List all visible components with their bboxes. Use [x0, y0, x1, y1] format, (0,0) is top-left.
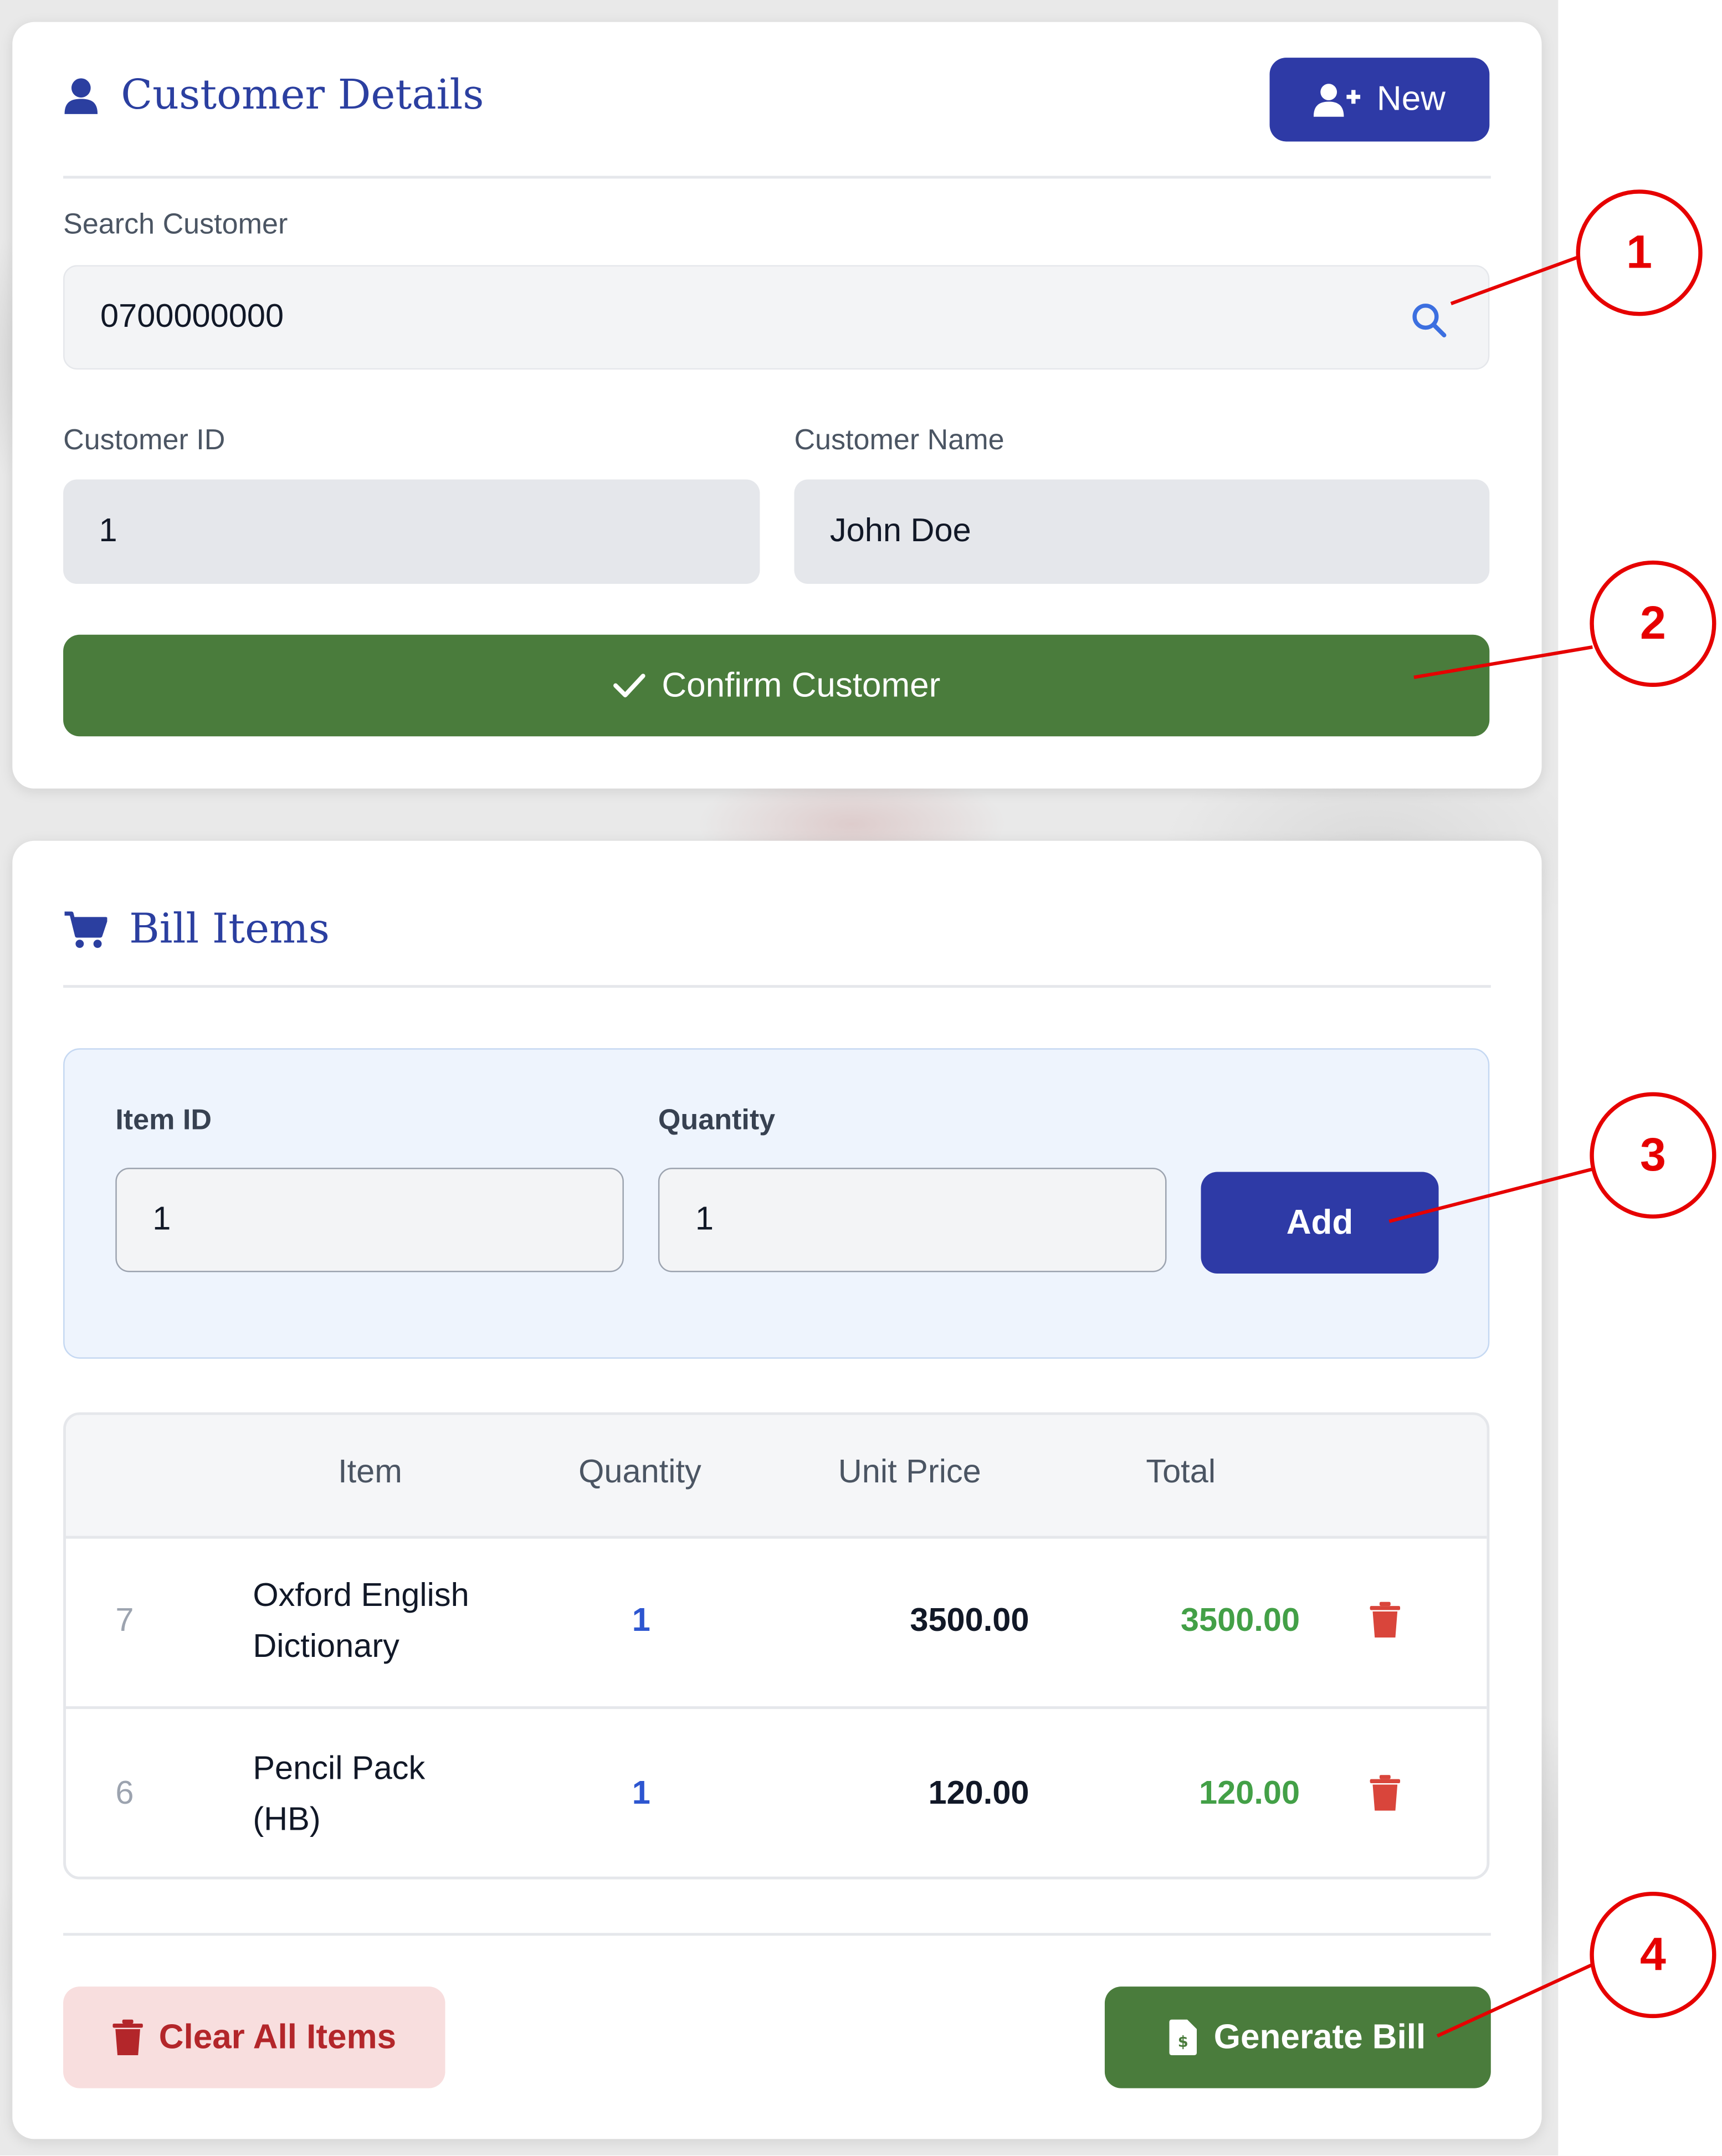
- generate-bill-label: Generate Bill: [1213, 2017, 1426, 2056]
- search-customer-label: Search Customer: [63, 208, 288, 240]
- table-row: 7 Oxford English Dictionary 1 3500.00 35…: [66, 1536, 1487, 1707]
- user-plus-icon: [1313, 83, 1361, 116]
- column-header-quantity: Quantity: [578, 1453, 701, 1491]
- bill-header-divider: [63, 985, 1491, 988]
- item-id-label: Item ID: [115, 1104, 212, 1136]
- search-customer-value: 0700000000: [100, 298, 284, 336]
- user-icon: [64, 78, 98, 114]
- callout-4: 4: [1590, 1891, 1716, 2019]
- search-customer-input[interactable]: 0700000000: [63, 265, 1490, 370]
- row-item-name: Oxford English Dictionary: [253, 1570, 469, 1672]
- customer-id-value: 1: [99, 512, 117, 550]
- row-total: 3500.00: [1180, 1601, 1300, 1639]
- cart-icon: [64, 911, 107, 947]
- new-button-label: New: [1376, 79, 1446, 119]
- column-header-total: Total: [1146, 1453, 1216, 1491]
- customer-name-value: John Doe: [829, 512, 971, 550]
- trash-icon: [112, 2019, 142, 2056]
- customer-details-card: Customer Details New Search Customer 070…: [12, 22, 1542, 789]
- row-item-name-line2: Dictionary: [253, 1628, 399, 1665]
- row-item-name-line2: (HB): [253, 1801, 321, 1839]
- generate-bill-button[interactable]: $ Generate Bill: [1104, 1986, 1491, 2088]
- row-item-name-line1: Oxford English: [253, 1577, 469, 1614]
- customer-name-field[interactable]: John Doe: [794, 479, 1490, 584]
- row-total: 120.00: [1199, 1775, 1300, 1813]
- row-item-name-line1: Pencil Pack: [253, 1750, 426, 1788]
- confirm-customer-label: Confirm Customer: [662, 665, 941, 704]
- customer-id-field[interactable]: 1: [63, 479, 760, 584]
- search-icon[interactable]: [1411, 302, 1447, 338]
- callout-1: 1: [1576, 189, 1703, 316]
- table-row: 6 Pencil Pack (HB) 1 120.00 120.00: [66, 1706, 1487, 1877]
- trash-icon[interactable]: [1370, 1775, 1401, 1811]
- row-index: 7: [115, 1601, 134, 1639]
- row-quantity: 1: [632, 1775, 650, 1813]
- customer-id-label: Customer ID: [63, 424, 226, 456]
- column-header-unit-price: Unit Price: [838, 1453, 981, 1491]
- clear-all-items-button[interactable]: Clear All Items: [63, 1986, 445, 2088]
- customer-details-header: Customer Details: [63, 71, 484, 120]
- row-unit-price: 3500.00: [910, 1601, 1029, 1639]
- new-customer-button[interactable]: New: [1269, 58, 1490, 142]
- quantity-value: 1: [695, 1200, 714, 1238]
- add-item-button[interactable]: Add: [1201, 1172, 1439, 1274]
- trash-icon[interactable]: [1370, 1601, 1401, 1638]
- row-item-name: Pencil Pack (HB): [253, 1743, 425, 1845]
- bill-items-header: Bill Items: [63, 905, 330, 953]
- quantity-label: Quantity: [658, 1104, 776, 1136]
- table-header: Item Quantity Unit Price Total: [66, 1415, 1487, 1539]
- add-button-label: Add: [1286, 1203, 1354, 1241]
- add-item-panel: Item ID 1 Quantity 1 Add: [63, 1048, 1490, 1359]
- footer-divider: [63, 1933, 1491, 1936]
- bill-items-table: Item Quantity Unit Price Total 7 Oxford …: [63, 1412, 1490, 1880]
- row-quantity: 1: [632, 1601, 650, 1639]
- callout-3: 3: [1590, 1092, 1716, 1219]
- confirm-customer-button[interactable]: Confirm Customer: [63, 634, 1490, 737]
- page-title: Customer Details: [121, 71, 484, 120]
- quantity-input[interactable]: 1: [658, 1168, 1167, 1272]
- customer-name-label: Customer Name: [794, 424, 1004, 456]
- item-id-input[interactable]: 1: [115, 1168, 624, 1272]
- invoice-icon: $: [1170, 2019, 1198, 2056]
- check-icon: [613, 674, 645, 697]
- callout-2: 2: [1590, 560, 1716, 687]
- row-unit-price: 120.00: [928, 1775, 1029, 1813]
- bill-items-title: Bill Items: [129, 905, 330, 954]
- bill-items-card: Bill Items Item ID 1 Quantity 1 Add Item…: [12, 840, 1542, 2139]
- header-divider: [63, 176, 1491, 179]
- row-index: 6: [115, 1775, 134, 1813]
- svg-text:$: $: [1178, 2034, 1189, 2051]
- clear-all-items-label: Clear All Items: [158, 2017, 397, 2056]
- column-header-item: Item: [338, 1453, 402, 1491]
- item-id-value: 1: [152, 1200, 171, 1238]
